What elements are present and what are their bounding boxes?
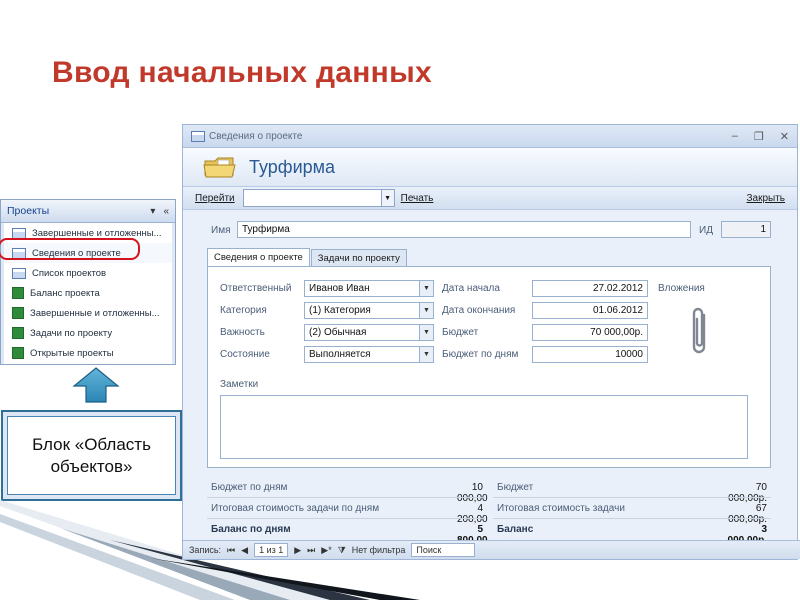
attachments-label: Вложения — [658, 283, 705, 294]
report-icon — [12, 287, 24, 299]
new-record-icon[interactable]: ▶* — [321, 545, 331, 556]
caption-box: Блок «Область объектов» — [1, 410, 182, 501]
last-record-icon[interactable]: ⏭ — [307, 545, 315, 556]
notes-field[interactable] — [220, 395, 748, 459]
form-toolbar: Перейти ▼ Печать Закрыть — [183, 186, 797, 210]
divider — [493, 497, 771, 498]
summary-label: Бюджет — [497, 482, 534, 493]
chevron-down-icon[interactable]: ▾ — [150, 206, 155, 217]
responsible-label: Ответственный — [220, 283, 292, 294]
name-label: Имя — [211, 225, 231, 236]
nav-item[interactable]: Баланс проекта — [4, 283, 172, 303]
filter-icon[interactable]: ⧩ — [338, 545, 346, 556]
first-record-icon[interactable]: ⏮ — [227, 545, 235, 556]
state-combo[interactable]: Выполняется ▼ — [304, 346, 434, 363]
summary-label: Бюджет по дням — [211, 482, 288, 493]
form-icon — [191, 130, 205, 142]
end-date-field[interactable]: 01.06.2012 — [532, 302, 648, 319]
category-combo[interactable]: (1) Категория ▼ — [304, 302, 434, 319]
summary-value: 10 000,00 — [457, 482, 488, 504]
folder-icon — [203, 157, 236, 178]
responsible-combo[interactable]: Иванов Иван ▼ — [304, 280, 434, 297]
summary-label: Итоговая стоимость задачи — [497, 503, 625, 514]
slide-title: Ввод начальных данных — [52, 56, 433, 89]
form-header: Турфирма — [183, 148, 797, 186]
record-navigation-bar: Запись: ⏮ ◀ 1 из 1 ▶ ⏭ ▶* ⧩ Нет фильтра … — [183, 540, 800, 559]
tab-project-info[interactable]: Сведения о проекте — [207, 248, 310, 267]
state-label: Состояние — [220, 349, 270, 360]
budget-days-field[interactable]: 10000 — [532, 346, 648, 363]
budget-field[interactable]: 70 000,00р. — [532, 324, 648, 341]
print-button[interactable]: Печать — [401, 193, 434, 204]
divider — [493, 518, 771, 519]
chevron-down-icon[interactable]: ▼ — [380, 190, 394, 206]
prev-record-icon[interactable]: ◀ — [241, 545, 248, 556]
form-icon — [12, 227, 26, 239]
access-window: Сведения о проекте – ❐ ✕ Турфирма Перейт… — [182, 124, 800, 560]
report-icon — [12, 347, 24, 359]
record-label: Запись: — [189, 545, 222, 555]
close-button[interactable]: Закрыть — [746, 193, 785, 204]
highlight-oval — [0, 238, 140, 260]
record-position[interactable]: 1 из 1 — [254, 543, 289, 557]
form-title: Турфирма — [249, 156, 336, 177]
goto-combo[interactable]: ▼ — [242, 189, 395, 207]
form-tabs: Сведения о проекте Задачи по проекту — [207, 248, 408, 267]
summary-value: 67 000,00р. — [728, 503, 767, 525]
next-record-icon[interactable]: ▶ — [294, 545, 301, 556]
paperclip-icon[interactable] — [688, 307, 712, 359]
navigation-pane: Проекты ▾ « Завершенные и отложенны... С… — [0, 199, 176, 365]
chevron-down-icon[interactable]: ▼ — [419, 325, 433, 340]
budget-days-label: Бюджет по дням — [442, 349, 519, 360]
summary-value: 70 000,00р. — [728, 482, 767, 504]
up-arrow-icon — [72, 367, 120, 403]
budget-label: Бюджет — [442, 327, 479, 338]
nav-item[interactable]: Открытые проекты — [4, 343, 172, 363]
chevron-down-icon[interactable]: ▼ — [419, 303, 433, 318]
end-date-label: Дата окончания — [442, 305, 516, 316]
divider — [207, 497, 485, 498]
goto-label[interactable]: Перейти — [195, 193, 235, 204]
minimize-icon[interactable]: – — [732, 130, 738, 143]
close-icon[interactable]: ✕ — [780, 130, 789, 143]
summary-label: Итоговая стоимость задачи по дням — [211, 503, 380, 514]
nav-item[interactable]: Список проектов — [4, 263, 172, 283]
importance-combo[interactable]: (2) Обычная ▼ — [304, 324, 434, 341]
tab-project-tasks[interactable]: Задачи по проекту — [310, 249, 407, 267]
notes-label: Заметки — [220, 379, 259, 390]
nav-pane-title[interactable]: Проекты — [7, 205, 49, 217]
importance-label: Важность — [220, 327, 265, 338]
category-label: Категория — [220, 305, 267, 316]
document-tab-strip: Сведения о проекте – ❐ ✕ — [183, 125, 797, 148]
collapse-icon[interactable]: « — [163, 206, 169, 217]
id-field[interactable]: 1 — [721, 221, 771, 238]
document-tab[interactable]: Сведения о проекте — [191, 130, 302, 142]
summary-label: Баланс — [497, 524, 534, 535]
filter-status[interactable]: Нет фильтра — [352, 545, 406, 555]
report-icon — [12, 307, 24, 319]
search-input[interactable]: Поиск — [411, 543, 476, 557]
chevron-down-icon[interactable]: ▼ — [419, 281, 433, 296]
nav-item[interactable]: Задачи по проекту — [4, 323, 172, 343]
form-icon — [12, 267, 26, 279]
nav-item[interactable]: Завершенные и отложенны... — [4, 303, 172, 323]
nav-pane-header: Проекты ▾ « — [1, 200, 175, 223]
start-date-field[interactable]: 27.02.2012 — [532, 280, 648, 297]
id-label: ИД — [699, 225, 713, 236]
start-date-label: Дата начала — [442, 283, 500, 294]
divider — [207, 518, 485, 519]
summary-label: Баланс по дням — [211, 524, 291, 535]
caption-text: Блок «Область объектов» — [7, 416, 176, 495]
report-icon — [12, 327, 24, 339]
chevron-down-icon[interactable]: ▼ — [419, 347, 433, 362]
restore-icon[interactable]: ❐ — [754, 130, 764, 143]
tab-panel: Ответственный Иванов Иван ▼ Категория (1)… — [207, 266, 771, 468]
name-field[interactable]: Турфирма — [237, 221, 691, 238]
summary-value: 4 200,00 — [457, 503, 488, 525]
